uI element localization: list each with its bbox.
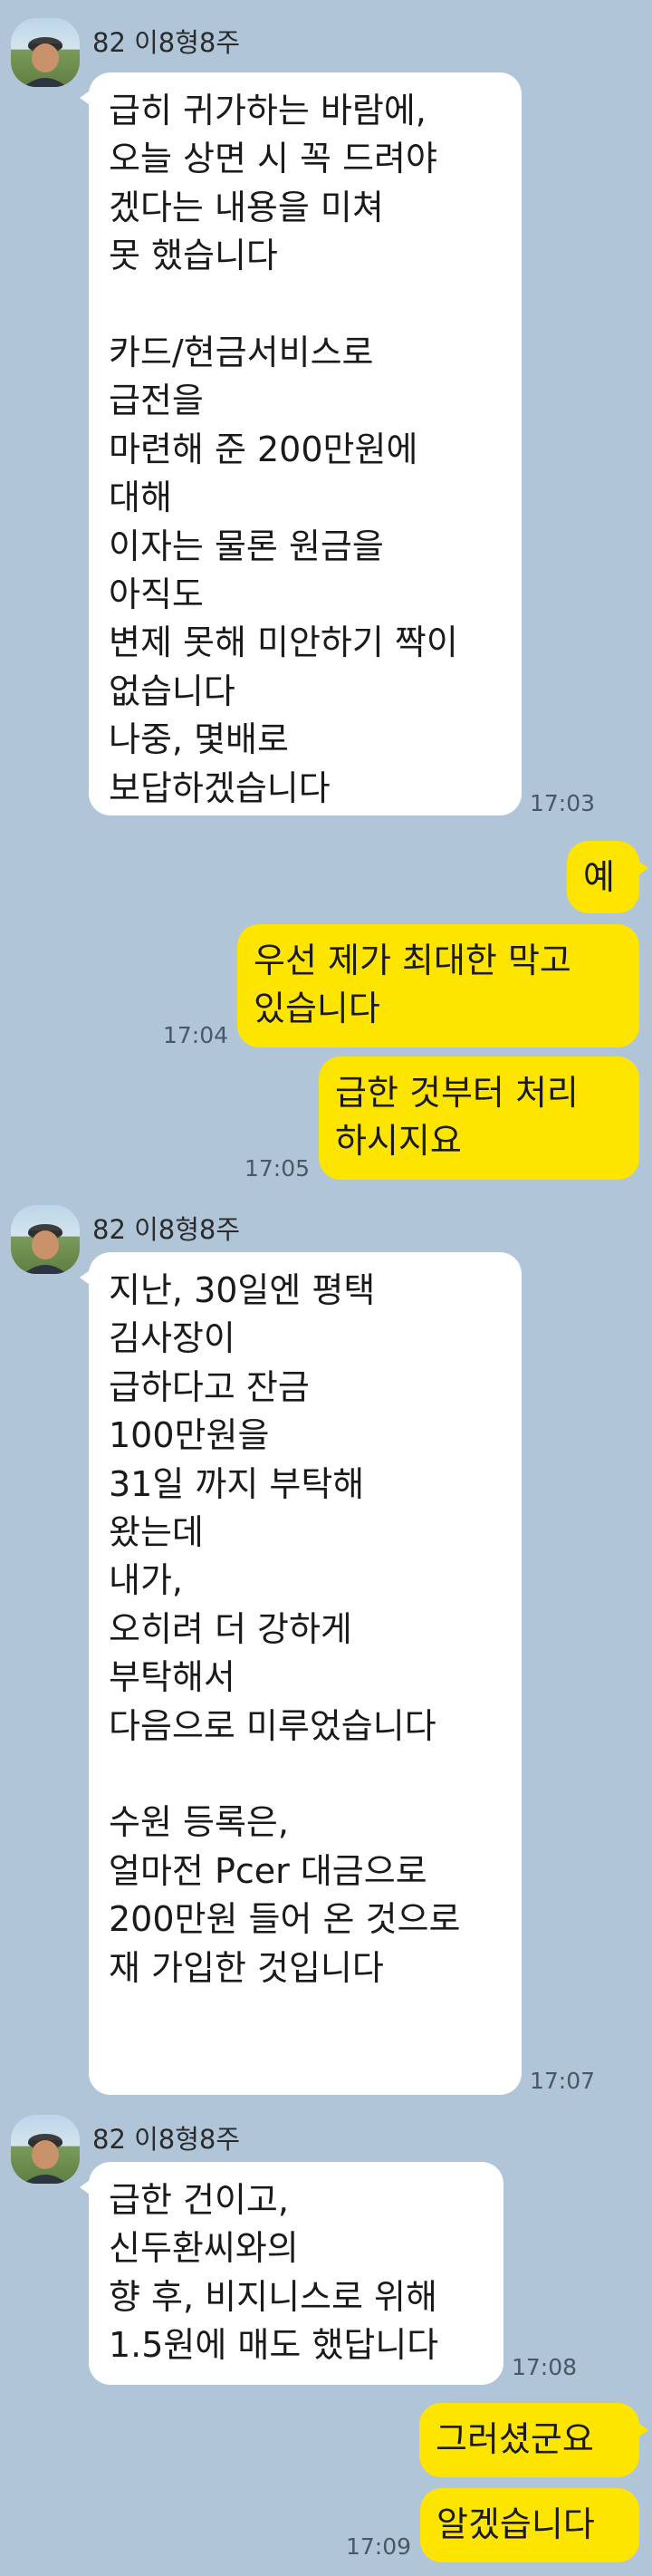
sender-name: 82 이8형8주 xyxy=(92,27,241,58)
profile-photo-icon xyxy=(24,1224,67,1274)
profile-photo-icon xyxy=(24,2134,67,2184)
message-timestamp: 17:04 xyxy=(163,1022,229,1048)
sender-avatar[interactable] xyxy=(11,2115,80,2184)
message-timestamp: 17:08 xyxy=(512,2354,578,2380)
profile-photo-icon xyxy=(24,37,67,87)
incoming-message-bubble[interactable]: 지난, 30일엔 평택 김사장이 급하다고 잔금 100만원을 31일 까지 부… xyxy=(80,1252,522,2095)
message-timestamp: 17:09 xyxy=(346,2533,412,2560)
message-timestamp: 17:07 xyxy=(530,2068,596,2094)
message-timestamp: 17:05 xyxy=(244,1155,311,1182)
outgoing-message-bubble[interactable]: 예 xyxy=(567,841,648,913)
outgoing-message-bubble[interactable]: 그러셨군요 xyxy=(419,2403,648,2477)
incoming-message-bubble[interactable]: 급히 귀가하는 바람에, 오늘 상면 시 꼭 드려야 겠다는 내용을 미쳐 못 … xyxy=(80,72,522,815)
incoming-message-bubble[interactable]: 급한 건이고, 신두환씨와의 향 후, 비지니스로 위해 1.5원에 매도 했답… xyxy=(80,2162,503,2385)
outgoing-message-bubble[interactable]: 급한 것부터 처리 하시지요 xyxy=(319,1056,639,1180)
message-timestamp: 17:03 xyxy=(530,790,596,816)
outgoing-message-bubble[interactable]: 우선 제가 최대한 막고 있습니다 xyxy=(237,924,639,1047)
sender-name: 82 이8형8주 xyxy=(92,1214,241,1245)
sender-avatar[interactable] xyxy=(11,18,80,87)
outgoing-message-bubble[interactable]: 알겠습니다 xyxy=(420,2488,639,2562)
sender-avatar[interactable] xyxy=(11,1205,80,1274)
sender-name: 82 이8형8주 xyxy=(92,2124,241,2155)
